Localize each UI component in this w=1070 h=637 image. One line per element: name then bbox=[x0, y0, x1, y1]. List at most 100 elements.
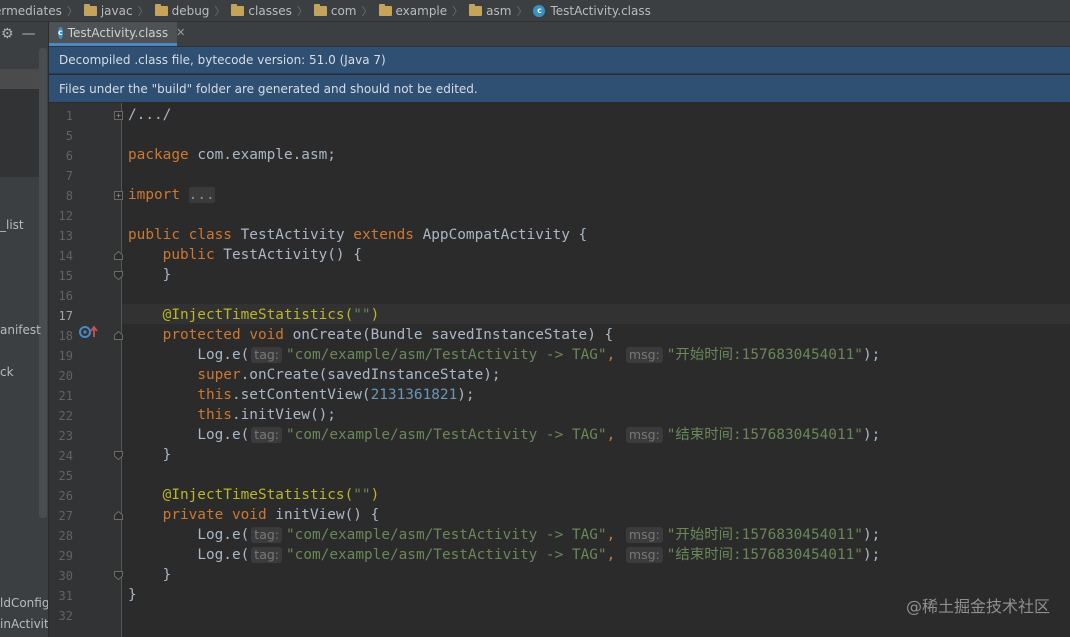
string-literal: "" bbox=[353, 487, 371, 503]
line-number: 5 bbox=[65, 129, 73, 143]
chevron-right-icon: 〉 bbox=[137, 4, 149, 18]
fold-end-icon[interactable] bbox=[114, 571, 123, 580]
project-panel: ⚙ — _list anifest ck ldConfig inActivity bbox=[0, 22, 49, 637]
fold-expand-icon[interactable]: + bbox=[114, 111, 123, 120]
breadcrumb-item[interactable]: example 〉 bbox=[373, 3, 463, 19]
code-line[interactable]: private void initView() { bbox=[128, 505, 380, 525]
code-text: .setContentView( bbox=[231, 387, 371, 403]
code-text: ); bbox=[862, 347, 881, 363]
code-text: .onCreate(savedInstanceState); bbox=[240, 367, 501, 383]
code-line[interactable]: public class TestActivity extends AppCom… bbox=[128, 225, 587, 245]
line-number: 26 bbox=[58, 489, 73, 503]
keyword: this bbox=[197, 387, 232, 403]
code-line[interactable]: } bbox=[128, 565, 172, 585]
minimize-icon[interactable]: — bbox=[22, 26, 36, 42]
breadcrumb-item[interactable]: javac 〉 bbox=[78, 3, 149, 19]
line-number: 23 bbox=[58, 429, 73, 443]
code-text: Log.e( bbox=[197, 427, 250, 443]
close-icon[interactable]: ✕ bbox=[176, 26, 185, 39]
fold-collapse-icon[interactable] bbox=[114, 331, 123, 340]
fold-end-icon[interactable] bbox=[114, 451, 123, 460]
watermark: @稀土掘金技术社区 bbox=[905, 597, 1050, 616]
code-line[interactable]: @InjectTimeStatistics("") bbox=[128, 305, 380, 325]
code-line[interactable]: Log.e(tag: "com/example/asm/TestActivity … bbox=[128, 425, 880, 445]
breadcrumb-item[interactable]: ermediates 〉 bbox=[0, 3, 78, 19]
string-literal: "结束时间:1576830454011" bbox=[666, 547, 863, 563]
breadcrumb-item[interactable]: com 〉 bbox=[308, 3, 373, 19]
code-line[interactable]: @InjectTimeStatistics("") bbox=[128, 485, 380, 505]
folded-imports[interactable]: ... bbox=[188, 187, 215, 203]
breadcrumb-item[interactable]: c TestActivity.class bbox=[527, 4, 651, 18]
string-literal: "com/example/asm/TestActivity -> TAG" bbox=[286, 347, 607, 363]
code-line[interactable]: import ... bbox=[128, 185, 215, 205]
code-text: ); bbox=[457, 387, 475, 403]
overrides-method-icon[interactable] bbox=[79, 324, 101, 340]
fold-expand-icon[interactable]: + bbox=[114, 191, 123, 200]
chevron-right-icon: 〉 bbox=[66, 4, 78, 18]
code-line[interactable]: /.../ bbox=[128, 105, 171, 125]
tree-item[interactable]: anifest bbox=[0, 323, 41, 337]
class-icon: c bbox=[58, 26, 63, 39]
breadcrumb-item[interactable]: debug 〉 bbox=[149, 3, 225, 19]
code-line[interactable]: this.setContentView(2131361821); bbox=[128, 385, 475, 405]
keyword: public bbox=[128, 227, 180, 243]
breadcrumb-item[interactable]: asm 〉 bbox=[463, 3, 527, 19]
folder-icon bbox=[313, 3, 327, 16]
code-text: com.example.asm; bbox=[188, 147, 336, 163]
keyword: protected bbox=[162, 327, 241, 343]
keyword: public bbox=[162, 247, 215, 263]
line-number: 22 bbox=[58, 409, 73, 423]
code-line[interactable]: super.onCreate(savedInstanceState); bbox=[128, 365, 501, 385]
code-text: } bbox=[162, 267, 172, 283]
folded-comment[interactable]: /.../ bbox=[128, 107, 171, 123]
param-hint: msg: bbox=[625, 347, 663, 363]
line-number: 20 bbox=[58, 369, 73, 383]
fold-collapse-icon[interactable] bbox=[114, 511, 123, 520]
breadcrumb-label: debug bbox=[171, 3, 210, 18]
breadcrumb-label: classes bbox=[248, 3, 292, 18]
tree-item[interactable]: ldConfig bbox=[0, 596, 48, 610]
code-line[interactable]: this.initView(); bbox=[128, 405, 336, 425]
decompiled-banner: Decompiled .class file, bytecode version… bbox=[49, 47, 1070, 74]
line-number: 25 bbox=[58, 469, 73, 483]
code-line[interactable]: Log.e(tag: "com/example/asm/TestActivity … bbox=[128, 545, 880, 565]
code-line[interactable]: Log.e(tag: "com/example/asm/TestActivity … bbox=[128, 525, 880, 545]
param-hint: msg: bbox=[625, 547, 663, 563]
code-line[interactable]: package com.example.asm; bbox=[128, 145, 336, 165]
fold-end-icon[interactable] bbox=[114, 271, 123, 280]
editor-gutter: 1 5 6 7 8 12 13 14 15 16 17 18 19 20 21 … bbox=[49, 103, 122, 637]
code-editor[interactable]: 1 5 6 7 8 12 13 14 15 16 17 18 19 20 21 … bbox=[49, 103, 1070, 637]
banner-text: Files under the "build" folder are gener… bbox=[59, 81, 478, 96]
code-text: , bbox=[606, 527, 624, 543]
annotation: @InjectTimeStatistics( bbox=[162, 487, 354, 503]
code-line[interactable]: public TestActivity() { bbox=[128, 245, 362, 265]
breadcrumb-item[interactable]: classes 〉 bbox=[225, 3, 308, 19]
code-line[interactable]: protected void onCreate(Bundle savedInst… bbox=[128, 325, 614, 345]
keyword: import bbox=[128, 187, 180, 203]
code-line[interactable]: } bbox=[128, 445, 172, 465]
line-number: 7 bbox=[65, 169, 73, 183]
folder-icon bbox=[154, 3, 168, 16]
tab-testactivity-class[interactable]: c TestActivity.class ✕ bbox=[49, 22, 185, 46]
gear-icon[interactable]: ⚙ bbox=[1, 26, 14, 42]
code-text: } bbox=[128, 587, 137, 603]
fold-collapse-icon[interactable] bbox=[114, 251, 123, 260]
chevron-right-icon: 〉 bbox=[516, 4, 528, 18]
project-scrollbar[interactable] bbox=[39, 48, 47, 518]
breadcrumb: ermediates 〉 javac 〉 debug 〉 classes 〉 com 〉 … bbox=[0, 0, 1070, 22]
string-literal: "开始时间:1576830454011" bbox=[666, 347, 863, 363]
breadcrumb-label: javac bbox=[100, 3, 133, 18]
annotation: ) bbox=[370, 307, 380, 323]
code-line[interactable]: } bbox=[128, 585, 137, 605]
code-line[interactable]: } bbox=[128, 265, 172, 285]
tree-item[interactable]: _list bbox=[0, 218, 24, 232]
tree-item[interactable]: inActivity bbox=[0, 617, 48, 631]
param-hint: tag: bbox=[251, 427, 283, 443]
banner-text: Decompiled .class file, bytecode version… bbox=[59, 53, 386, 67]
code-line[interactable]: Log.e(tag: "com/example/asm/TestActivity … bbox=[128, 345, 880, 365]
param-hint: msg: bbox=[625, 527, 663, 543]
folder-icon bbox=[469, 3, 483, 16]
tree-item[interactable]: ck bbox=[0, 365, 14, 379]
string-literal: "结束时间:1576830454011" bbox=[666, 427, 863, 443]
code-text: initView() { bbox=[266, 507, 380, 523]
